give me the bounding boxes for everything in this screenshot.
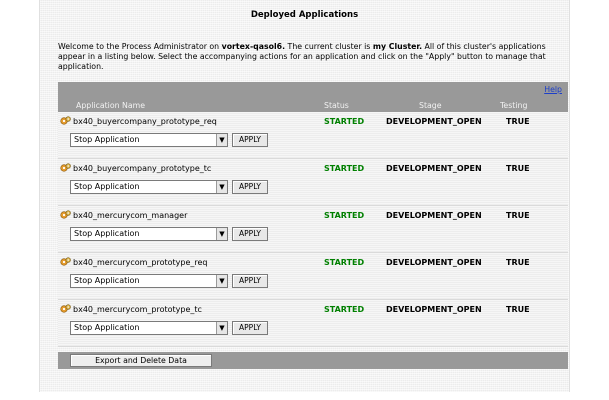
action-select[interactable]: Stop Application ▼ — [70, 180, 228, 194]
action-select[interactable]: Stop Application ▼ — [70, 321, 228, 335]
application-gears-icon — [60, 163, 71, 172]
status-badge: STARTED — [324, 164, 365, 173]
apply-button[interactable]: APPLY — [232, 274, 268, 288]
action-select[interactable]: Stop Application ▼ — [70, 227, 228, 241]
status-badge: STARTED — [324, 305, 365, 314]
column-header-status: Status — [324, 101, 349, 110]
chevron-down-icon[interactable]: ▼ — [216, 228, 227, 240]
testing-value: TRUE — [506, 211, 530, 220]
host-name: vortex-qasol6. — [221, 42, 286, 51]
application-name: bx40_mercurycom_prototype_req — [73, 258, 208, 267]
table-header: Help Application Name Status Stage Testi… — [58, 82, 568, 112]
intro-part1: Welcome to the Process Administrator on — [58, 42, 222, 51]
testing-value: TRUE — [506, 164, 530, 173]
intro-part2: The current cluster is — [285, 42, 373, 51]
application-gears-icon — [60, 116, 71, 125]
apply-button[interactable]: APPLY — [232, 321, 268, 335]
action-select[interactable]: Stop Application ▼ — [70, 133, 228, 147]
application-gears-icon — [60, 304, 71, 313]
status-badge: STARTED — [324, 211, 365, 220]
testing-value: TRUE — [506, 258, 530, 267]
chevron-down-icon[interactable]: ▼ — [216, 322, 227, 334]
intro-text: Welcome to the Process Administrator on … — [58, 42, 556, 72]
table-row: bx40_buyercompany_prototype_tc STARTED D… — [58, 159, 568, 206]
action-select[interactable]: Stop Application ▼ — [70, 274, 228, 288]
testing-value: TRUE — [506, 305, 530, 314]
application-name: bx40_buyercompany_prototype_tc — [73, 164, 212, 173]
application-name: bx40_mercurycom_manager — [73, 211, 188, 220]
application-gears-icon — [60, 210, 71, 219]
table-row: bx40_mercurycom_prototype_req STARTED DE… — [58, 253, 568, 300]
table-row: bx40_mercurycom_prototype_tc STARTED DEV… — [58, 300, 568, 347]
apply-button[interactable]: APPLY — [232, 133, 268, 147]
table-row: bx40_mercurycom_manager STARTED DEVELOPM… — [58, 206, 568, 253]
chevron-down-icon[interactable]: ▼ — [216, 181, 227, 193]
application-name: bx40_buyercompany_prototype_req — [73, 117, 217, 126]
status-badge: STARTED — [324, 117, 365, 126]
action-select-value: Stop Application — [74, 323, 140, 332]
deployed-applications-panel: Deployed Applications Welcome to the Pro… — [39, 0, 570, 392]
column-header-stage: Stage — [419, 101, 442, 110]
stage-value: DEVELOPMENT_OPEN — [386, 117, 482, 126]
stage-value: DEVELOPMENT_OPEN — [386, 305, 482, 314]
action-select-value: Stop Application — [74, 276, 140, 285]
help-link[interactable]: Help — [544, 85, 562, 94]
stage-value: DEVELOPMENT_OPEN — [386, 258, 482, 267]
export-and-delete-data-button[interactable]: Export and Delete Data — [70, 354, 212, 367]
table-footer: Export and Delete Data — [58, 352, 568, 369]
stage-value: DEVELOPMENT_OPEN — [386, 211, 482, 220]
cluster-name: my Cluster. — [372, 42, 423, 51]
action-select-value: Stop Application — [74, 229, 140, 238]
column-header-application-name: Application Name — [76, 101, 146, 110]
application-name: bx40_mercurycom_prototype_tc — [73, 305, 202, 314]
testing-value: TRUE — [506, 117, 530, 126]
application-gears-icon — [60, 257, 71, 266]
apply-button[interactable]: APPLY — [232, 227, 268, 241]
action-select-value: Stop Application — [74, 182, 140, 191]
apply-button[interactable]: APPLY — [232, 180, 268, 194]
applications-table: Help Application Name Status Stage Testi… — [58, 82, 568, 369]
chevron-down-icon[interactable]: ▼ — [216, 275, 227, 287]
stage-value: DEVELOPMENT_OPEN — [386, 164, 482, 173]
column-header-testing: Testing — [500, 101, 528, 110]
action-select-value: Stop Application — [74, 135, 140, 144]
status-badge: STARTED — [324, 258, 365, 267]
page-title: Deployed Applications — [250, 10, 359, 20]
table-row: bx40_buyercompany_prototype_req STARTED … — [58, 112, 568, 159]
chevron-down-icon[interactable]: ▼ — [216, 134, 227, 146]
